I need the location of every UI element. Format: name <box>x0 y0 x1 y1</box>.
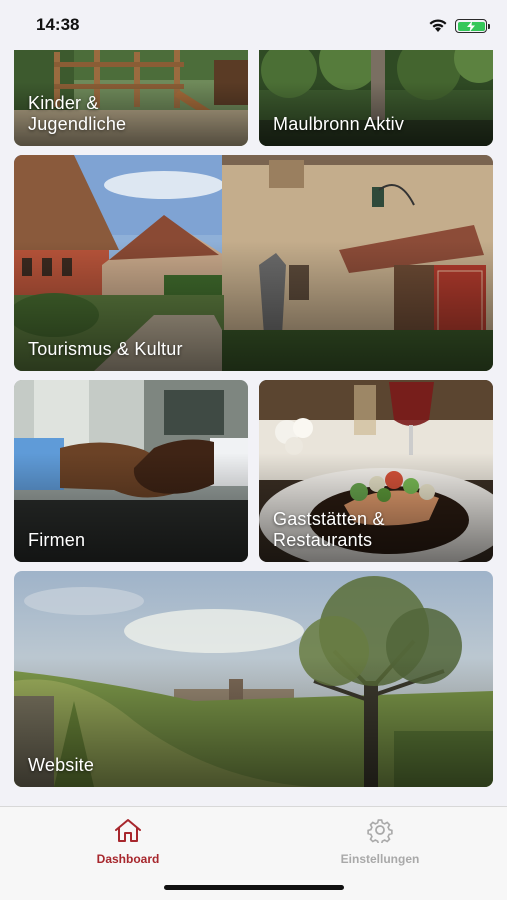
battery-charging-icon <box>455 19 490 33</box>
tab-label: Dashboard <box>96 852 160 866</box>
tab-einstellungen[interactable]: Einstellungen <box>310 817 450 866</box>
tile-label: Gaststätten & Restaurants <box>273 509 385 550</box>
tile-label: Tourismus & Kultur <box>28 339 183 359</box>
tile-tourismus-kultur[interactable]: Tourismus & Kultur <box>14 155 493 371</box>
home-indicator[interactable] <box>164 885 344 890</box>
tile-label: Website <box>28 755 95 775</box>
home-icon <box>115 819 141 842</box>
tile-gaststaetten-restaurants[interactable]: Gaststätten & Restaurants <box>259 380 493 562</box>
tab-label: Einstellungen <box>340 852 420 866</box>
tab-dashboard[interactable]: Dashboard <box>58 817 198 866</box>
tile-label: Firmen <box>28 530 86 550</box>
tile-label: Maulbronn Aktiv <box>273 114 405 134</box>
tile-firmen[interactable]: Firmen <box>14 380 248 562</box>
tile-website[interactable]: Website <box>14 571 493 787</box>
status-bar: 14:38 <box>0 0 507 50</box>
wifi-icon <box>429 19 447 32</box>
dashboard-grid: Kinder & Jugendliche Maulbronn Aktiv Tou… <box>0 50 507 805</box>
gear-icon <box>367 819 393 845</box>
tile-maulbronn-aktiv[interactable]: Maulbronn Aktiv <box>259 50 493 146</box>
status-time: 14:38 <box>36 15 80 34</box>
tile-kinder-jugendliche[interactable]: Kinder & Jugendliche <box>14 50 248 146</box>
tile-label: Kinder & Jugendliche <box>28 93 127 134</box>
